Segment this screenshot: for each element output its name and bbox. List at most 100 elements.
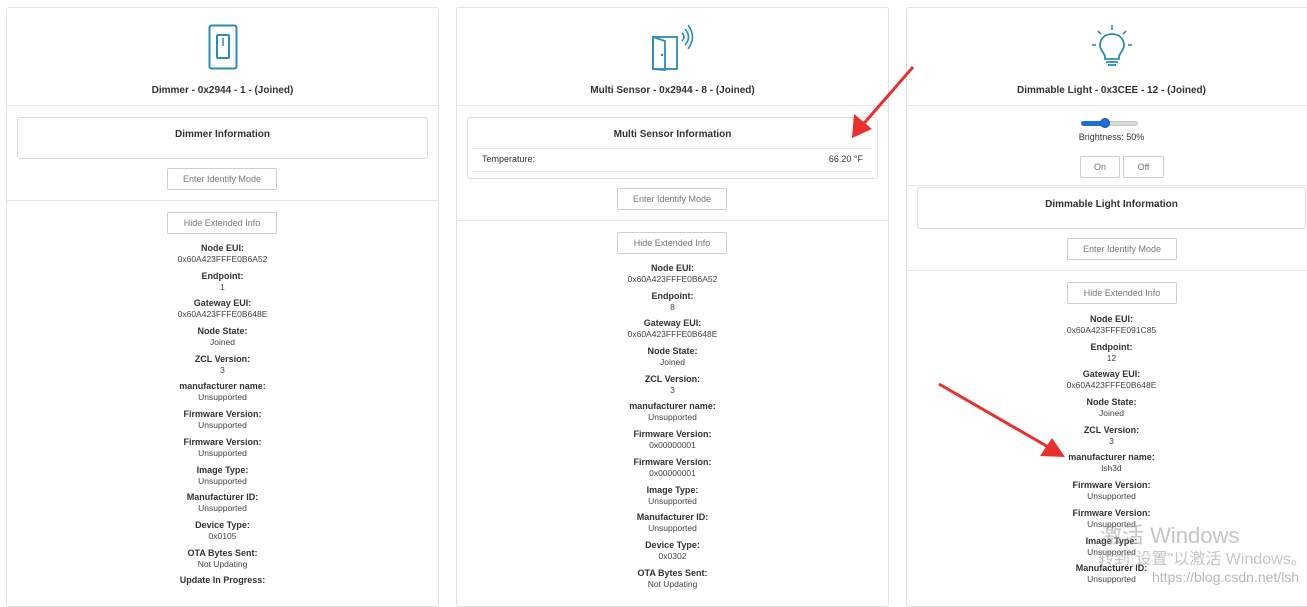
info-value: 0x00000001 [649, 440, 696, 451]
extended-info-item: Node State: Joined [907, 397, 1307, 425]
extended-info-item: Device Type: 0x0302 [457, 540, 888, 568]
extended-info-item: Firmware Version: 0x00000001 [457, 457, 888, 485]
hide-extended-info-button[interactable]: Hide Extended Info [617, 232, 727, 254]
extended-info-item: Node State: Joined [7, 326, 438, 354]
extended-info-item: Node EUI: 0x60A423FFFE0B6A52 [457, 263, 888, 291]
extended-info-item: Endpoint: 12 [907, 342, 1307, 370]
device-info-panel: Dimmable Light Information [917, 187, 1306, 229]
info-label: Device Type: [645, 539, 700, 550]
info-label: ZCL Version: [1083, 424, 1140, 435]
extended-info-item: Manufacturer ID: Unsupported [7, 492, 438, 520]
info-value: Unsupported [648, 523, 697, 534]
enter-identify-mode-button[interactable]: Enter Identify Mode [167, 168, 277, 190]
extended-info-item: Image Type: Unsupported [7, 465, 438, 493]
info-label: Firmware Version: [633, 429, 712, 440]
off-button[interactable]: Off [1123, 156, 1164, 178]
extended-info-list: Node EUI: 0x60A423FFFE0B6A52 Endpoint: 8 Gat… [457, 263, 888, 595]
info-value: 0x00000001 [649, 467, 696, 478]
info-label: Manufacturer ID: [636, 512, 709, 523]
extended-info-item: Gateway EUI: 0x60A423FFFE0B648E [7, 298, 438, 326]
extended-info-item: ZCL Version: 3 [7, 354, 438, 382]
extended-info-item: Firmware Version: Unsupported [7, 409, 438, 437]
extended-info-item: Endpoint: 1 [7, 271, 438, 299]
extended-info-item: ZCL Version: 3 [457, 374, 888, 402]
extended-info-item: manufacturer name: Unsupported [7, 381, 438, 409]
info-label: Node EUI: [650, 263, 694, 273]
divider [907, 105, 1307, 106]
info-value: 3 [220, 364, 225, 375]
extended-info-item: Node State: Joined [457, 346, 888, 374]
info-label: manufacturer name: [1068, 452, 1155, 463]
extended-info-item: Manufacturer ID: Unsupported [457, 512, 888, 540]
device-info-panel: Multi Sensor Information Temperature: 66… [467, 117, 878, 179]
info-label: Gateway EUI: [1082, 369, 1141, 380]
info-label: Gateway EUI: [193, 298, 252, 309]
info-label: Node State: [1086, 397, 1137, 408]
info-value: 0x60A423FFFE0B648E [627, 329, 718, 340]
info-label: Endpoint: [651, 290, 694, 301]
device-title: Dimmable Light - 0x3CEE - 12 - (Joined) [1017, 85, 1206, 96]
extended-info-item: Gateway EUI: 0x60A423FFFE0B648E [457, 318, 888, 346]
info-label: Image Type: [196, 464, 249, 475]
info-label: Firmware Version: [1072, 480, 1151, 491]
info-value: 0x60A423FFFE0B648E [177, 309, 268, 320]
slider-thumb[interactable] [1100, 118, 1110, 128]
hide-extended-info-button[interactable]: Hide Extended Info [1067, 282, 1177, 304]
extended-info-item: Firmware Version: Unsupported [7, 437, 438, 465]
info-value: Unsupported [648, 495, 697, 506]
info-value: 8 [670, 301, 675, 312]
info-label: manufacturer name: [179, 381, 266, 392]
info-value: 3 [1109, 435, 1114, 446]
extended-info-item: ZCL Version: 3 [907, 425, 1307, 453]
divider [7, 105, 438, 106]
info-value: Joined [1098, 408, 1125, 419]
extended-info-item: Image Type: Unsupported [457, 485, 888, 513]
info-label: Endpoint: [201, 270, 244, 281]
hide-extended-info-button[interactable]: Hide Extended Info [167, 212, 277, 234]
info-panel-title: Dimmable Light Information [1045, 199, 1178, 210]
info-value: 0x60A423FFFE0B6A52 [627, 274, 718, 284]
extended-info-item: Node EUI: 0x60A423FFFE0B6A52 [7, 243, 438, 271]
divider [907, 185, 1307, 186]
door-sensor-icon [651, 24, 693, 71]
info-value: 1 [220, 281, 225, 292]
info-value: lsh3d [1101, 463, 1122, 474]
info-label: ZCL Version: [194, 353, 251, 364]
on-button[interactable]: On [1080, 156, 1120, 178]
brightness-slider[interactable] [1081, 118, 1138, 128]
temperature-label: Temperature: [482, 154, 536, 164]
info-value: 0x60A423FFFE0B648E [1066, 380, 1157, 391]
info-label: Firmware Version: [633, 456, 712, 467]
info-value: Unsupported [198, 420, 247, 431]
info-value: Unsupported [198, 447, 247, 458]
info-value: Joined [209, 337, 236, 348]
extended-info-item: Node EUI: 0x60A423FFFE091C85 [907, 314, 1307, 342]
extended-info-item: Device Type: 0x0105 [7, 520, 438, 548]
extended-info-item: OTA Bytes Sent: Not Updating [457, 568, 888, 596]
extended-info-list: Node EUI: 0x60A423FFFE0B6A52 Endpoint: 1 Gat… [7, 243, 438, 603]
info-label: Node State: [197, 326, 248, 337]
light-switch-icon [208, 24, 237, 70]
info-label: ZCL Version: [644, 373, 701, 384]
info-value: Unsupported [198, 475, 247, 486]
info-label: Update In Progress: [179, 575, 266, 586]
windows-watermark-subtitle: 转到"设置"以激活 Windows。 [1098, 551, 1307, 568]
extended-info-item: Update In Progress: [7, 575, 438, 603]
info-value: Unsupported [198, 503, 247, 514]
temperature-row: Temperature: 66.20 °F [473, 148, 872, 172]
extended-info-item: Gateway EUI: 0x60A423FFFE0B648E [907, 369, 1307, 397]
info-value: Unsupported [198, 392, 247, 403]
extended-info-item: OTA Bytes Sent: Not Updating [7, 548, 438, 576]
device-card-dimmer: Dimmer - 0x2944 - 1 - (Joined) Dimmer In… [6, 7, 439, 607]
info-label: Gateway EUI: [643, 318, 702, 329]
enter-identify-mode-button[interactable]: Enter Identify Mode [617, 188, 727, 210]
info-label: Firmware Version: [183, 409, 262, 420]
device-title: Multi Sensor - 0x2944 - 8 - (Joined) [590, 85, 755, 96]
divider [457, 220, 888, 221]
info-label: Manufacturer ID: [186, 492, 259, 503]
enter-identify-mode-button[interactable]: Enter Identify Mode [1067, 238, 1177, 260]
info-value: Unsupported [648, 412, 697, 423]
info-label: Node EUI: [200, 243, 244, 253]
brightness-label: Brightness: 50% [1078, 132, 1145, 142]
info-value: Not Updating [197, 558, 248, 569]
